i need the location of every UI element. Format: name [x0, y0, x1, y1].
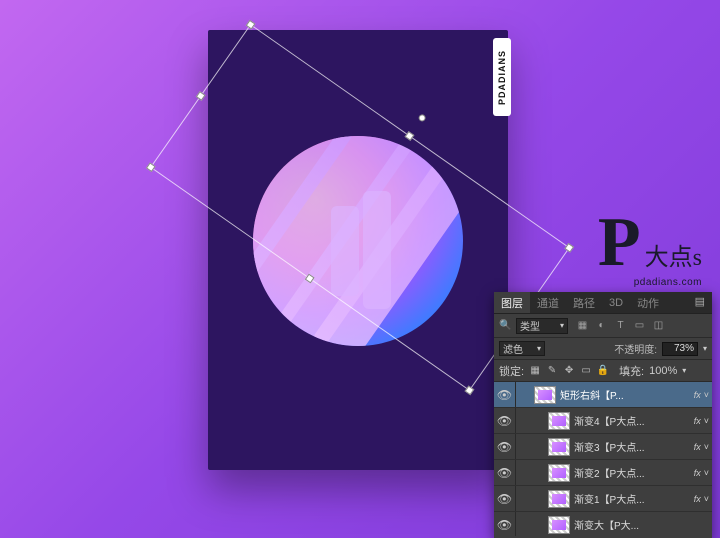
layer-name[interactable]: 渐变1【P大点... [574, 491, 691, 506]
visibility-toggle[interactable]: 👁 [494, 486, 516, 511]
fx-badge[interactable]: fx [694, 390, 701, 400]
lock-artboard-icon[interactable]: ▭ [580, 365, 592, 377]
artwork-circle [253, 136, 463, 346]
fx-badge[interactable]: fx [694, 468, 701, 478]
filter-smart-icon[interactable]: ◫ [652, 319, 665, 332]
fx-badge[interactable]: fx [694, 494, 701, 504]
watermark-suffix: 大点s [645, 245, 702, 271]
layer-filter-row: 🔍 类型▾ ▦ ◐ T ▭ ◫ [494, 314, 712, 338]
poster-label-tab: PDADIANS [493, 38, 511, 116]
visibility-toggle[interactable]: 👁 [494, 408, 516, 433]
search-icon[interactable]: 🔍 [499, 319, 512, 332]
visibility-toggle[interactable]: 👁 [494, 512, 516, 536]
tab-3d[interactable]: 3D [602, 292, 630, 313]
filter-pixel-icon[interactable]: ▦ [576, 319, 589, 332]
lock-all-icon[interactable]: 🔒 [597, 365, 609, 377]
layer-thumbnail[interactable] [548, 438, 570, 456]
tab-paths[interactable]: 路径 [566, 292, 602, 313]
layer-name[interactable]: 渐变4【P大点... [574, 413, 691, 428]
layer-thumbnail[interactable] [534, 386, 556, 404]
tab-layers[interactable]: 图层 [494, 292, 530, 313]
fill-label: 填充: [619, 363, 644, 379]
lock-label: 锁定: [499, 363, 524, 379]
filter-text-icon[interactable]: T [614, 319, 627, 332]
layer-row[interactable]: 👁 矩形右斜【P...fx˅ [494, 382, 712, 408]
watermark: P大点s pdadians.com [598, 208, 702, 288]
lock-fill-row: 锁定: ▦ ✎ ✥ ▭ 🔒 填充: 100% ▾ [494, 360, 712, 382]
watermark-logo: P [598, 208, 641, 278]
lock-position-icon[interactable]: ✥ [563, 365, 575, 377]
transform-handle[interactable] [146, 162, 156, 172]
bar [363, 191, 391, 309]
filter-adjust-icon[interactable]: ◐ [595, 319, 608, 332]
visibility-toggle[interactable]: 👁 [494, 460, 516, 485]
fx-chevron-icon[interactable]: ˅ [704, 416, 709, 426]
tab-channels[interactable]: 通道 [530, 292, 566, 313]
transform-handle[interactable] [196, 91, 206, 101]
panel-menu-icon[interactable]: ▤ [688, 292, 712, 313]
layer-thumbnail[interactable] [548, 490, 570, 508]
fx-badge[interactable]: fx [694, 416, 701, 426]
layer-row[interactable]: 👁 渐变大【P大... [494, 512, 712, 536]
layer-row[interactable]: 👁 渐变2【P大点...fx˅ [494, 460, 712, 486]
fx-badge[interactable]: fx [694, 442, 701, 452]
layer-name[interactable]: 渐变3【P大点... [574, 439, 691, 454]
lock-transparency-icon[interactable]: ▦ [529, 365, 541, 377]
fill-input[interactable]: 100% [649, 365, 677, 377]
layer-name[interactable]: 渐变大【P大... [574, 517, 709, 532]
blend-opacity-row: 滤色▾ 不透明度: 73% ▾ [494, 338, 712, 360]
fx-chevron-icon[interactable]: ˅ [704, 390, 709, 400]
layer-thumbnail[interactable] [548, 516, 570, 534]
filter-type-select[interactable]: 类型▾ [516, 318, 568, 334]
lock-brush-icon[interactable]: ✎ [546, 365, 558, 377]
transform-handle[interactable] [246, 20, 256, 30]
layers-panel: 图层 通道 路径 3D 动作 ▤ 🔍 类型▾ ▦ ◐ T ▭ ◫ 滤色▾ 不透明… [494, 292, 712, 538]
layer-row[interactable]: 👁 渐变3【P大点...fx˅ [494, 434, 712, 460]
tab-actions[interactable]: 动作 [630, 292, 666, 313]
visibility-toggle[interactable]: 👁 [494, 382, 516, 407]
fx-chevron-icon[interactable]: ˅ [704, 494, 709, 504]
fx-chevron-icon[interactable]: ˅ [704, 468, 709, 478]
blend-mode-select[interactable]: 滤色▾ [499, 341, 545, 356]
poster-canvas: PDADIANS [208, 30, 508, 470]
filter-shape-icon[interactable]: ▭ [633, 319, 646, 332]
opacity-label: 不透明度: [614, 341, 657, 356]
opacity-chevron-icon[interactable]: ▾ [703, 344, 707, 353]
layer-name[interactable]: 矩形右斜【P... [560, 387, 691, 402]
fx-chevron-icon[interactable]: ˅ [704, 442, 709, 452]
layer-thumbnail[interactable] [548, 412, 570, 430]
bar [331, 206, 359, 296]
layer-name[interactable]: 渐变2【P大点... [574, 465, 691, 480]
opacity-input[interactable]: 73% [662, 342, 698, 356]
layer-thumbnail[interactable] [548, 464, 570, 482]
panel-tabs: 图层 通道 路径 3D 动作 ▤ [494, 292, 712, 314]
transform-handle[interactable] [564, 243, 574, 253]
fill-chevron-icon[interactable]: ▾ [682, 366, 686, 375]
layer-row[interactable]: 👁 渐变4【P大点...fx˅ [494, 408, 712, 434]
layers-list[interactable]: 👁矩形右斜【P...fx˅👁渐变4【P大点...fx˅👁渐变3【P大点...fx… [494, 382, 712, 536]
visibility-toggle[interactable]: 👁 [494, 434, 516, 459]
layer-row[interactable]: 👁 渐变1【P大点...fx˅ [494, 486, 712, 512]
